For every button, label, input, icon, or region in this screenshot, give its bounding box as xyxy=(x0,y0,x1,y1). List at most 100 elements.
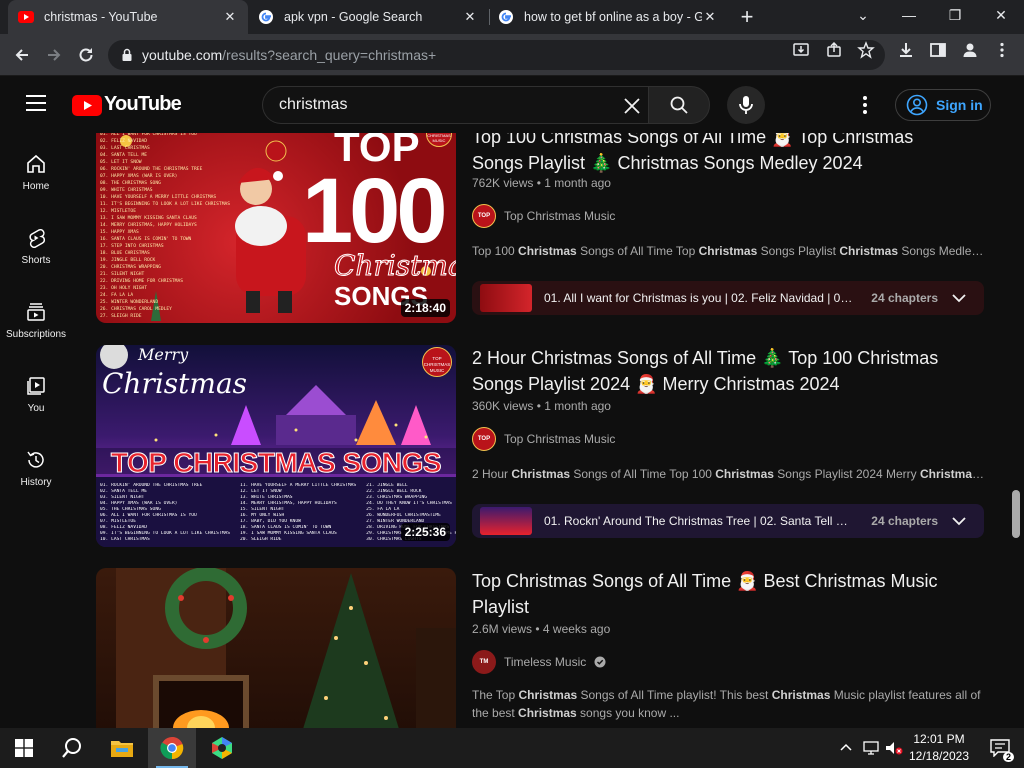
google-favicon-icon xyxy=(499,10,513,24)
chevron-up-icon[interactable] xyxy=(840,743,852,751)
kebab-menu-icon[interactable] xyxy=(993,41,1011,59)
sidebar-item-you[interactable]: You xyxy=(0,355,72,429)
track-list-item: 10. LAST CHRISTMAS xyxy=(100,537,150,542)
tab-search-icon[interactable]: ⌄ xyxy=(840,0,886,30)
sidebar-item-history[interactable]: History xyxy=(0,429,72,503)
reload-icon xyxy=(79,48,93,62)
track-list-item: 05. LET IT SNOW xyxy=(100,160,142,165)
notifications-button[interactable]: 2 xyxy=(976,728,1024,768)
video-thumbnail[interactable] xyxy=(96,568,456,728)
reload-button[interactable] xyxy=(72,41,100,69)
back-button[interactable] xyxy=(8,41,36,69)
channel-name[interactable]: Timeless Music xyxy=(504,655,586,669)
chapters-text: 01. Rockn' Around The Christmas Tree | 0… xyxy=(544,514,858,528)
channel-name[interactable]: Top Christmas Music xyxy=(504,432,615,446)
sign-in-button[interactable]: Sign in xyxy=(895,89,991,121)
channel-avatar[interactable]: TOP xyxy=(472,204,496,228)
channel-avatar[interactable]: TOP xyxy=(472,427,496,451)
track-list-item: 13. I SAW MOMMY KISSING SANTA CLAUS xyxy=(100,216,197,221)
channel-link[interactable]: TOP Top Christmas Music xyxy=(472,204,615,228)
sidebar: Home Shorts Subscriptions You History xyxy=(0,133,72,728)
install-app-icon[interactable] xyxy=(792,41,810,59)
highlighted-keyword: Christmas xyxy=(715,467,774,481)
close-tab-icon[interactable]: ✕ xyxy=(222,9,238,25)
tab-youtube[interactable]: christmas - YouTube ✕ xyxy=(8,0,248,34)
track-list-item: 09. WHITE CHRISTMAS xyxy=(100,188,153,193)
voice-search-button[interactable] xyxy=(727,86,765,124)
scrollbar-thumb[interactable] xyxy=(1012,490,1020,538)
clear-search-icon[interactable] xyxy=(622,96,642,116)
track-list-item: 22. DRIVING HOME FOR CHRISTMAS xyxy=(100,279,183,284)
search-input[interactable]: christmas xyxy=(262,86,752,124)
channel-link[interactable]: TM Timeless Music xyxy=(472,650,606,674)
chrome-icon xyxy=(160,736,184,760)
description-text: Songs of All Time Top xyxy=(576,244,699,258)
sidebar-item-subscriptions[interactable]: Subscriptions xyxy=(0,281,72,355)
start-button[interactable] xyxy=(0,728,48,768)
channel-name[interactable]: Top Christmas Music xyxy=(504,209,615,223)
volume-muted-icon[interactable] xyxy=(885,741,903,755)
taskbar-search-button[interactable] xyxy=(48,728,96,768)
video-description: Top 100 Christmas Songs of All Time Top … xyxy=(472,242,986,260)
address-bar[interactable]: youtube.com/results?search_query=christm… xyxy=(108,40,885,70)
track-list-item: 15. HAPPY XMAS xyxy=(100,230,139,235)
channel-link[interactable]: TOP Top Christmas Music xyxy=(472,427,615,451)
network-icon[interactable] xyxy=(863,741,879,755)
description-text: Songs Playlist 2024 Merry xyxy=(773,467,920,481)
channel-avatar[interactable]: TM xyxy=(472,650,496,674)
share-icon[interactable] xyxy=(825,41,843,59)
windows-taskbar: 12:01 PM 12/18/2023 2 xyxy=(0,728,1024,768)
minimize-button[interactable]: — xyxy=(886,0,932,30)
you-icon xyxy=(27,377,45,395)
home-icon xyxy=(27,154,45,173)
bookmark-star-icon[interactable] xyxy=(857,41,875,59)
youtube-logo-icon[interactable] xyxy=(72,95,102,116)
new-tab-button[interactable]: + xyxy=(725,2,769,32)
search-button[interactable] xyxy=(648,86,710,124)
video-description: 2 Hour Christmas Songs of All Time Top 1… xyxy=(472,465,986,483)
description-text: 2 Hour xyxy=(472,467,512,481)
upload-age: 1 month ago xyxy=(544,399,611,413)
close-tab-icon[interactable]: ✕ xyxy=(702,9,718,25)
arrow-left-icon xyxy=(15,49,28,61)
close-tab-icon[interactable]: ✕ xyxy=(462,9,478,25)
chevron-down-icon[interactable] xyxy=(952,293,966,303)
restore-button[interactable]: ❐ xyxy=(932,0,978,30)
history-icon xyxy=(27,451,44,468)
thumbnail-track-list: 01. ALL I WANT FOR CHRISTMAS IS YOU 02. F… xyxy=(100,133,230,320)
chapters-bar[interactable]: 01. All I want for Christmas is you | 02… xyxy=(472,281,984,315)
settings-kebab-icon[interactable] xyxy=(862,95,868,115)
system-clock[interactable]: 12:01 PM 12/18/2023 xyxy=(904,731,974,765)
photos-taskbar-button[interactable] xyxy=(198,728,246,768)
video-thumbnail[interactable]: 01. ALL I WANT FOR CHRISTMAS IS YOU 02. F… xyxy=(96,133,456,323)
tab-google-search-2[interactable]: how to get bf online as a boy - G ✕ xyxy=(488,0,728,34)
video-title[interactable]: Top 100 Christmas Songs of All Time 🎅 To… xyxy=(472,133,942,176)
track-list-item: 21. SILENT NIGHT xyxy=(100,272,145,277)
hamburger-menu-icon[interactable] xyxy=(26,95,46,111)
tab-google-search[interactable]: apk vpn - Google Search ✕ xyxy=(248,0,488,34)
side-panel-icon[interactable] xyxy=(929,41,947,59)
video-title[interactable]: Top Christmas Songs of All Time 🎅 Best C… xyxy=(472,568,942,620)
chapters-count: 24 chapters xyxy=(871,514,938,528)
download-icon[interactable] xyxy=(897,41,915,59)
youtube-logo-text[interactable]: YouTube xyxy=(104,93,182,116)
video-thumbnail[interactable]: Merry Christmas TOP CHRISTMAS SONGS 01. … xyxy=(96,345,456,547)
close-window-button[interactable]: ✕ xyxy=(978,0,1024,30)
sidebar-item-label: Home xyxy=(22,181,50,192)
file-explorer-button[interactable] xyxy=(98,728,146,768)
sidebar-item-shorts[interactable]: Shorts xyxy=(0,207,72,281)
chrome-taskbar-button[interactable] xyxy=(148,728,196,768)
thumbnail-script-text-2: Christmas xyxy=(102,367,248,400)
track-list-item: 06. ROCKIN' AROUND THE CHRISTMAS TREE xyxy=(100,167,203,172)
chevron-down-icon[interactable] xyxy=(952,516,966,526)
chapters-bar[interactable]: 01. Rockn' Around The Christmas Tree | 0… xyxy=(472,504,984,538)
track-list-item: 11. IT'S BEGINNING TO LOOK A LOT LIKE CH… xyxy=(100,202,230,207)
search-icon xyxy=(62,738,81,758)
sidebar-item-home[interactable]: Home xyxy=(0,133,72,207)
url-host: youtube.com xyxy=(142,47,223,63)
video-title[interactable]: 2 Hour Christmas Songs of All Time 🎄 Top… xyxy=(472,345,942,397)
profile-icon[interactable] xyxy=(961,41,979,59)
track-list-item: 07. HAPPY XMAS (WAR IS OVER) xyxy=(100,174,178,179)
forward-button[interactable] xyxy=(40,41,68,69)
video-meta: 2.6M views • 4 weeks ago xyxy=(472,622,611,636)
